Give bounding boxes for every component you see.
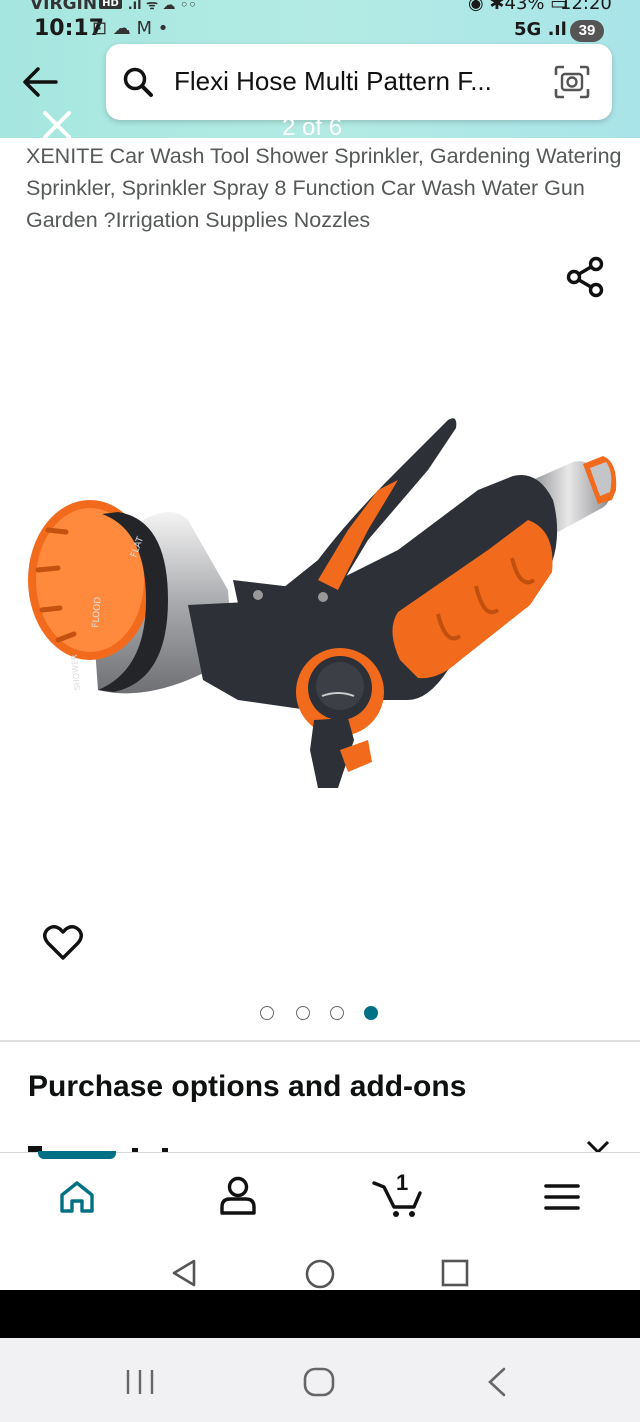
- screen-bezel: [0, 1290, 640, 1338]
- status-notification-icons: ⊡ ☁ M •: [92, 18, 169, 39]
- status-time-secondary: 12:20: [560, 0, 612, 14]
- search-input[interactable]: Flexi Hose Multi Pattern F...: [174, 66, 492, 97]
- android-back-icon[interactable]: [484, 1366, 512, 1398]
- gallery-dot-3[interactable]: [330, 1006, 344, 1020]
- heart-icon[interactable]: [42, 922, 84, 962]
- share-icon[interactable]: [566, 256, 606, 298]
- nav-active-indicator: [38, 1151, 116, 1159]
- section-divider: [0, 1040, 640, 1042]
- account-icon[interactable]: [218, 1175, 258, 1217]
- gallery-dot-1[interactable]: [260, 1006, 274, 1020]
- cart-count-badge: 1: [396, 1170, 409, 1195]
- status-network: 5G .ıl: [514, 19, 567, 40]
- system-nav-bar-outer: [0, 1338, 640, 1422]
- camera-icon[interactable]: [554, 65, 590, 99]
- android-recents-icon[interactable]: [440, 1258, 470, 1288]
- status-carrier: VIRGIN HD .ıl ᯤ ☁ ◦◦: [30, 0, 197, 14]
- product-title: XENITE Car Wash Tool Shower Sprinkler, G…: [26, 144, 622, 232]
- hd-badge: HD: [99, 0, 122, 9]
- gallery-dot-4[interactable]: [364, 1006, 378, 1020]
- product-image[interactable]: FLAT FLOOD SHOWER: [18, 400, 628, 800]
- notification-count-badge: 39: [570, 20, 604, 42]
- android-home-icon[interactable]: [302, 1366, 336, 1398]
- app-header: VIRGIN HD .ıl ᯤ ☁ ◦◦ 10:17 ⊡ ☁ M • ◉ ✱43%…: [0, 0, 640, 139]
- home-icon[interactable]: [58, 1179, 96, 1215]
- close-icon[interactable]: [40, 108, 74, 142]
- search-bar[interactable]: Flexi Hose Multi Pattern F...: [106, 44, 612, 120]
- android-recents-icon[interactable]: [124, 1368, 156, 1396]
- system-nav-bar-inner: [0, 1238, 640, 1290]
- status-battery: ◉ ✱43% ▭: [468, 0, 568, 14]
- gallery-pager: 2 of 6: [282, 114, 343, 138]
- menu-icon[interactable]: [544, 1183, 580, 1211]
- purchase-options-heading[interactable]: Purchase options and add-ons: [28, 1070, 466, 1104]
- bottom-nav: [0, 1151, 640, 1240]
- search-icon: [123, 67, 153, 97]
- back-arrow-icon[interactable]: [20, 64, 60, 100]
- android-home-icon[interactable]: [304, 1258, 336, 1290]
- android-back-icon[interactable]: [170, 1258, 198, 1288]
- gallery-dot-2[interactable]: [296, 1006, 310, 1020]
- nozzle-label-shower: SHOWER: [70, 654, 82, 691]
